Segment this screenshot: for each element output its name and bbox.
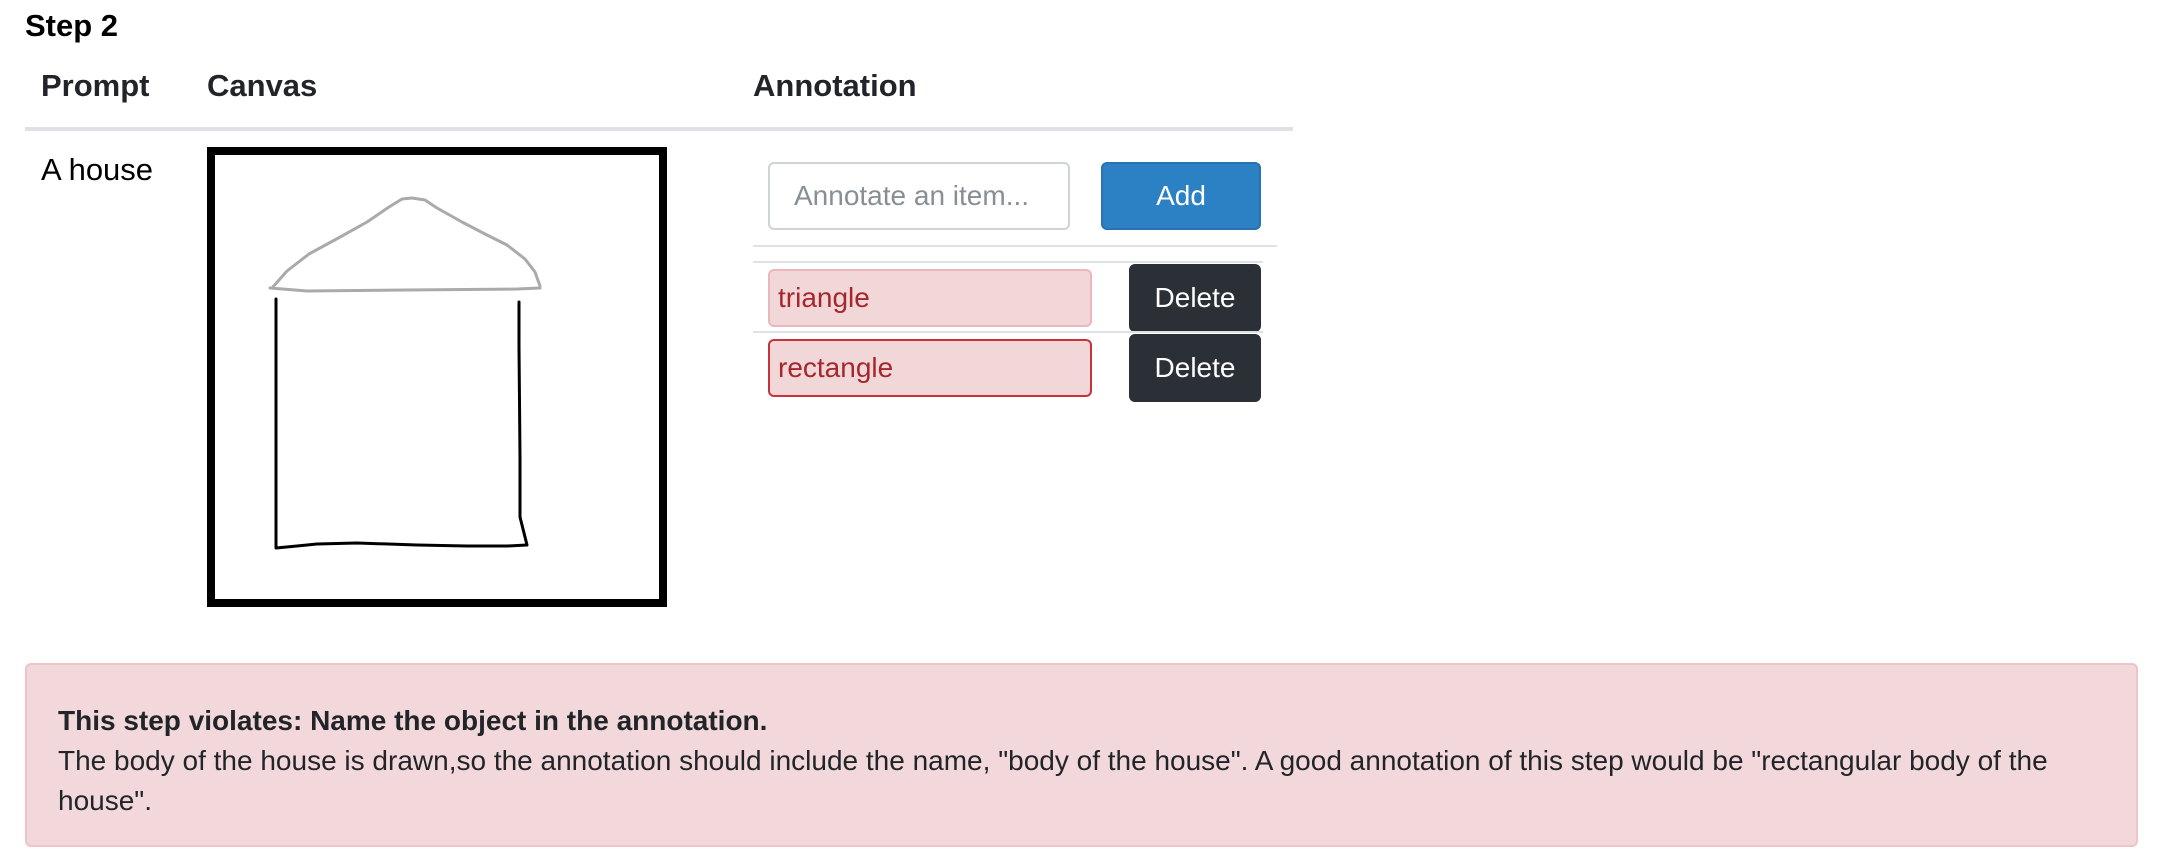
column-header-canvas: Canvas (207, 68, 318, 103)
delete-button-triangle[interactable]: Delete (1129, 264, 1261, 332)
column-header-annotation: Annotation (753, 68, 917, 103)
add-button[interactable]: Add (1101, 162, 1261, 230)
list-divider (753, 261, 1263, 263)
list-divider (753, 331, 1263, 333)
delete-button-rectangle[interactable]: Delete (1129, 334, 1261, 402)
annotation-item-rectangle[interactable]: rectangle (768, 339, 1092, 397)
annotation-item-triangle[interactable]: triangle (768, 269, 1092, 327)
column-header-prompt: Prompt (41, 68, 150, 103)
alert-body: The body of the house is drawn,so the an… (58, 745, 2048, 816)
annotation-divider (753, 245, 1277, 247)
canvas-border (207, 147, 667, 607)
prompt-text: A house (41, 152, 154, 187)
violation-alert: This step violates: Name the object in t… (25, 663, 2138, 847)
annotation-input[interactable] (768, 162, 1070, 230)
table-header-divider (25, 127, 1293, 131)
drawing-canvas[interactable] (207, 147, 667, 607)
alert-title: This step violates: Name the object in t… (58, 705, 768, 736)
step-title: Step 2 (25, 8, 119, 43)
